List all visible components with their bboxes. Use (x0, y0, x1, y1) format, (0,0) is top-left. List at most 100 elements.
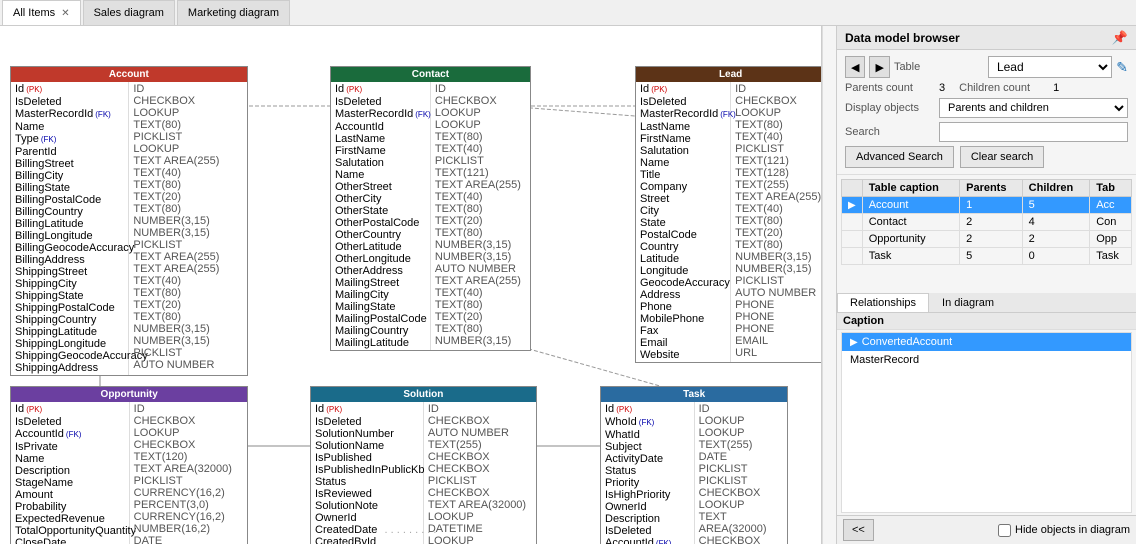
field-row: OtherState (335, 205, 426, 217)
col-parents-header[interactable]: Parents (960, 180, 1023, 197)
tab-close-icon[interactable]: ✕ (61, 8, 69, 19)
field-type-row: NUMBER(16,2) (134, 523, 244, 535)
field-type-row: CURRENCY(16,2) (134, 511, 244, 523)
field-type-row: TEXT(40) (435, 191, 526, 203)
entity-contact[interactable]: ContactId(PK)IsDeletedMasterRecordId(FK)… (330, 66, 531, 351)
canvas[interactable]: AccountId(PK)IsDeletedMasterRecordId(FK)… (0, 26, 822, 544)
table-row[interactable]: ▶ Account 1 5 Acc (842, 197, 1132, 214)
entity-account[interactable]: AccountId(PK)IsDeletedMasterRecordId(FK)… (10, 66, 248, 376)
field-row: SolutionNumber (315, 428, 419, 440)
field-row: Website (640, 349, 726, 361)
field-type-row: DATETIME (428, 523, 532, 535)
search-input[interactable] (939, 122, 1128, 142)
row-parents: 2 (960, 214, 1023, 231)
field-row: ShippingState (15, 290, 124, 302)
edit-icon[interactable]: ✎ (1116, 59, 1128, 76)
entity-solution[interactable]: SolutionId(PK)IsDeletedSolutionNumberSol… (310, 386, 537, 544)
field-type-row: AUTO NUMBER (435, 263, 526, 275)
field-row: CloseDate (15, 537, 125, 544)
field-type-row: TEXT AREA(32000) (428, 499, 532, 511)
col-table-caption (842, 180, 863, 197)
field-row: BillingCountry (15, 206, 124, 218)
field-type-row: ID (699, 403, 784, 415)
field-row: MasterRecordId(FK) (15, 108, 124, 121)
nav-first-button[interactable]: << (843, 519, 874, 541)
tab-relationships[interactable]: Relationships (837, 293, 929, 312)
field-type-row: PICKLIST (735, 275, 821, 287)
table-row[interactable]: Opportunity 2 2 Opp (842, 231, 1132, 248)
field-row: IsReviewed (315, 488, 419, 500)
row-caption: Task (862, 248, 959, 265)
field-row: Id(PK) (315, 403, 419, 416)
field-type-row: TEXT(80) (133, 179, 242, 191)
field-row: Id(PK) (335, 83, 426, 96)
field-row: OtherCity (335, 193, 426, 205)
bottom-nav: << Hide objects in diagram (837, 515, 1136, 544)
hide-objects-check[interactable]: Hide objects in diagram (998, 524, 1130, 537)
row-children: 0 (1022, 248, 1090, 265)
field-type-row: TEXT(255) (735, 179, 821, 191)
table-select[interactable]: Lead Account Contact Opportunity Task So… (988, 56, 1112, 78)
field-row: Name (335, 169, 426, 181)
tab-all-items[interactable]: All Items ✕ (2, 0, 81, 25)
col-tab-header[interactable]: Tab (1090, 180, 1132, 197)
field-row: MailingStreet (335, 277, 426, 289)
field-type-row: ID (735, 83, 821, 95)
field-row: MailingState (335, 301, 426, 313)
clear-search-button[interactable]: Clear search (960, 146, 1044, 168)
field-row: OtherPostalCode (335, 217, 426, 229)
field-row: MasterRecordId(FK) (640, 108, 726, 121)
rel-item-0[interactable]: ▶ ConvertedAccount (842, 333, 1131, 351)
nav-back-button[interactable]: ◀ (845, 56, 865, 78)
field-row: MailingCity (335, 289, 426, 301)
caption-col-header: Caption (843, 315, 884, 327)
field-row: Address (640, 289, 726, 301)
col-caption-header[interactable]: Table caption (862, 180, 959, 197)
tab-sales[interactable]: Sales diagram (83, 0, 175, 25)
field-row: Id(PK) (640, 83, 726, 96)
row-parents: 1 (960, 197, 1023, 214)
rel-item-1[interactable]: MasterRecord (842, 351, 1131, 369)
entity-opportunity[interactable]: OpportunityId(PK)IsDeletedAccountId(FK)I… (10, 386, 248, 544)
field-row: ShippingPostalCode (15, 302, 124, 314)
field-type-row: ID (133, 83, 242, 95)
tab-all-items-label: All Items (13, 7, 55, 19)
nav-fwd-button[interactable]: ▶ (869, 56, 889, 78)
field-row: PostalCode (640, 229, 726, 241)
field-type-row: TEXT AREA(255) (133, 155, 242, 167)
entity-task[interactable]: TaskId(PK)WhoId(FK)WhatIdSubjectActivity… (600, 386, 788, 544)
field-type-row: TEXT(80) (435, 299, 526, 311)
row-tab: Con (1090, 214, 1132, 231)
hide-checkbox[interactable] (998, 524, 1011, 537)
table-row[interactable]: Task 5 0 Task (842, 248, 1132, 265)
field-row: ShippingLatitude (15, 326, 124, 338)
field-type-row: TEXT AREA(255) (133, 263, 242, 275)
rel-list[interactable]: ▶ ConvertedAccount MasterRecord (841, 332, 1132, 513)
field-type-row: TEXT(121) (735, 155, 821, 167)
advanced-search-button[interactable]: Advanced Search (845, 146, 954, 168)
field-type-row: CHECKBOX (435, 95, 526, 107)
table-row[interactable]: Contact 2 4 Con (842, 214, 1132, 231)
col-children-header[interactable]: Children (1022, 180, 1090, 197)
field-row: MailingLatitude (335, 337, 426, 349)
field-type-row: TEXT(80) (735, 239, 821, 251)
field-row: IsHighPriority (605, 489, 690, 501)
display-select[interactable]: Parents and children Parents only Childr… (939, 98, 1128, 118)
field-row: Status (315, 476, 419, 488)
field-row: Probability (15, 501, 125, 513)
field-type-row: TEXT AREA(255) (735, 191, 821, 203)
canvas-vscroll[interactable] (822, 26, 836, 544)
tab-in-diagram[interactable]: In diagram (929, 293, 1007, 312)
entity-lead[interactable]: LeadId(PK)IsDeletedMasterRecordId(FK)Las… (635, 66, 822, 363)
field-row: ShippingGeocodeAccuracy (15, 350, 124, 362)
field-type-row: PICKLIST (699, 463, 784, 475)
tab-marketing[interactable]: Marketing diagram (177, 0, 290, 25)
field-type-row: TEXT(20) (435, 215, 526, 227)
right-panel: Data model browser 📌 ◀ ▶ Table Lead Acco… (836, 26, 1136, 544)
panel-pin-icon[interactable]: 📌 (1112, 30, 1128, 46)
field-row: Title (640, 169, 726, 181)
field-type-row: TEXT(128) (735, 167, 821, 179)
field-type-row: NUMBER(3,15) (735, 263, 821, 275)
field-row: Amount (15, 489, 125, 501)
table-list-scroll[interactable]: Table caption Parents Children Tab ▶ Acc… (841, 179, 1132, 289)
